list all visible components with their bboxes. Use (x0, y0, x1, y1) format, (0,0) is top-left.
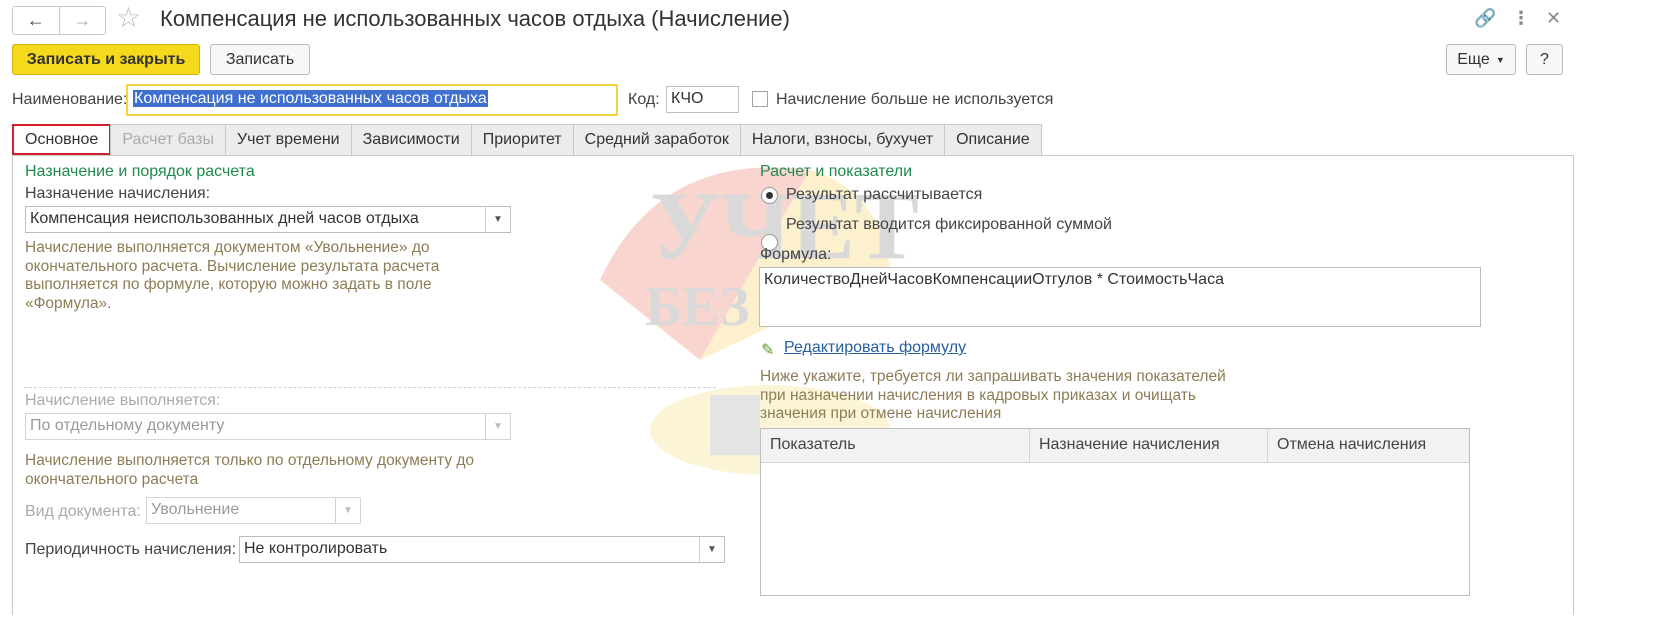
tab-taxes[interactable]: Налоги, взносы, бухучет (739, 124, 946, 155)
tab-dependencies[interactable]: Зависимости (350, 124, 472, 155)
right-group-title: Расчет и показатели (760, 163, 913, 180)
radio-calculated-label: Результат рассчитывается (786, 186, 983, 203)
dropdown-arrow-icon[interactable]: ▼ (699, 537, 724, 562)
more-button[interactable]: Еще ▼ (1446, 44, 1516, 75)
favorite-star-icon[interactable]: ☆ (116, 4, 141, 32)
name-field-value: Компенсация не использованных часов отды… (133, 90, 488, 107)
divider (24, 387, 716, 388)
link-icon[interactable]: 🔗 (1474, 8, 1496, 29)
purpose-select-value: Компенсация неиспользованных дней часов … (30, 210, 419, 227)
dropdown-arrow-icon: ▼ (1495, 54, 1505, 65)
left-group-title: Назначение и порядок расчета (25, 163, 255, 180)
dropdown-arrow-icon[interactable]: ▼ (485, 207, 510, 232)
more-vert-icon[interactable]: ⋮ (1512, 8, 1530, 29)
tab-priority[interactable]: Приоритет (470, 124, 574, 155)
nav-group: ← → (12, 6, 106, 35)
unused-label: Начисление больше не используется (776, 91, 1054, 108)
periodicity-select[interactable]: Не контролировать ▼ (239, 536, 725, 563)
periodicity-select-value: Не контролировать (244, 540, 388, 557)
tab-average-earnings[interactable]: Средний заработок (572, 124, 741, 155)
performed-select[interactable]: По отдельному документу ▼ (25, 413, 511, 440)
more-button-label: Еще (1457, 50, 1490, 68)
column-header-indicator[interactable]: Показатель (761, 429, 1030, 462)
forward-arrow-icon[interactable]: → (58, 7, 106, 34)
name-field[interactable]: Компенсация не использованных часов отды… (126, 84, 618, 116)
indicators-table[interactable]: Показатель Назначение начисления Отмена … (760, 428, 1470, 596)
table-header: Показатель Назначение начисления Отмена … (761, 429, 1469, 463)
column-header-cancellation[interactable]: Отмена начисления (1268, 429, 1469, 462)
save-button[interactable]: Записать (210, 44, 310, 75)
column-header-assignment[interactable]: Назначение начисления (1030, 429, 1268, 462)
purpose-note: Начисление выполняется документом «Уволь… (25, 239, 440, 312)
code-field[interactable]: КЧО (666, 86, 739, 113)
code-label: Код: (628, 91, 660, 108)
performed-select-value: По отдельному документу (30, 417, 225, 434)
help-button[interactable]: ? (1526, 44, 1563, 75)
purpose-label: Назначение начисления: (25, 185, 211, 202)
doc-type-select-value: Увольнение (151, 501, 240, 518)
doc-type-select[interactable]: Увольнение ▼ (146, 497, 361, 524)
radio-fixed-label: Результат вводится фиксированной суммой (786, 216, 1112, 233)
dropdown-arrow-icon: ▼ (335, 498, 360, 523)
unused-checkbox[interactable] (752, 91, 768, 107)
name-label: Наименование: (12, 91, 128, 108)
close-icon[interactable]: ✕ (1546, 8, 1561, 29)
tab-main[interactable]: Основное (12, 124, 112, 155)
tab-base-calculation[interactable]: Расчет базы (110, 124, 226, 155)
formula-label: Формула: (760, 246, 832, 263)
radio-calculated[interactable] (761, 187, 778, 204)
tab-bar: Основное Расчет базы Учет времени Зависи… (12, 124, 1042, 155)
performed-label: Начисление выполняется: (25, 392, 221, 409)
back-arrow-icon[interactable]: ← (13, 7, 59, 34)
dropdown-arrow-icon: ▼ (485, 414, 510, 439)
purpose-select[interactable]: Компенсация неиспользованных дней часов … (25, 206, 511, 233)
pencil-icon: ✎ (761, 342, 775, 359)
performed-note: Начисление выполняется только по отдельн… (25, 452, 475, 488)
edit-formula-link[interactable]: Редактировать формулу (784, 339, 966, 357)
doc-type-label: Вид документа: (25, 503, 141, 520)
tab-description[interactable]: Описание (944, 124, 1042, 155)
save-and-close-button[interactable]: Записать и закрыть (12, 44, 200, 75)
tab-time-tracking[interactable]: Учет времени (225, 124, 352, 155)
formula-field[interactable]: КоличествоДнейЧасовКомпенсацииОтгулов * … (759, 267, 1481, 327)
periodicity-label: Периодичность начисления: (25, 541, 237, 558)
window-title: Компенсация не использованных часов отды… (160, 6, 790, 31)
indicators-note: Ниже укажите, требуется ли запрашивать з… (760, 368, 1226, 422)
